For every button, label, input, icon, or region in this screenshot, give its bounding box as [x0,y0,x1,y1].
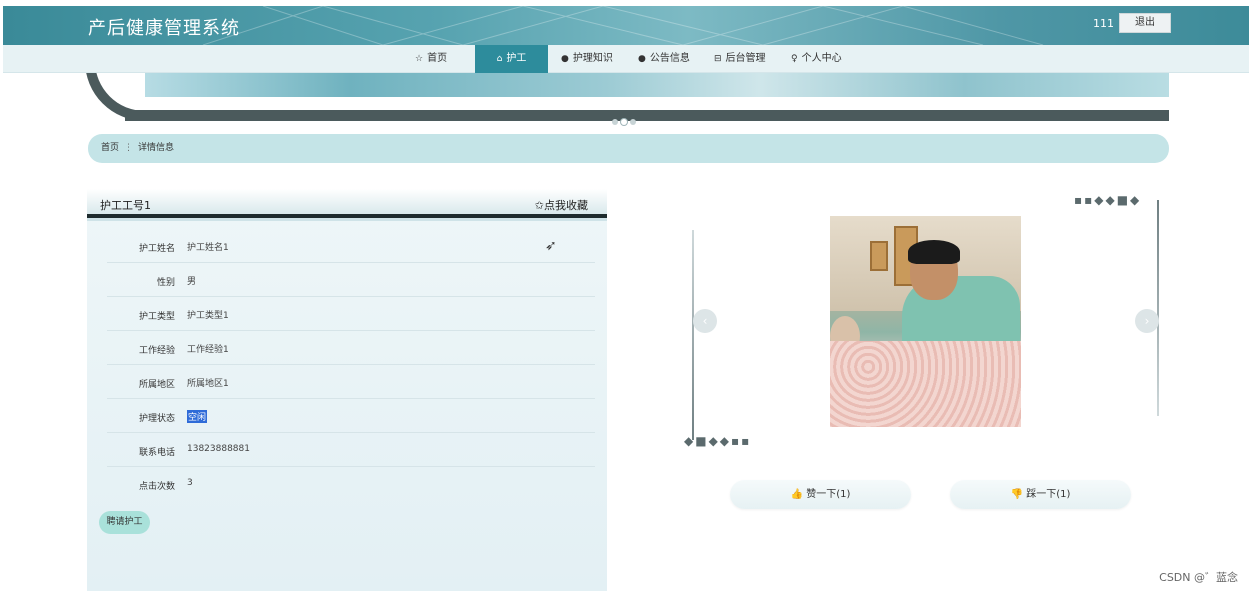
field-label: 护理状态 [138,414,175,424]
decor-line-left [692,230,694,440]
username-label: 111 [1093,17,1114,30]
field-label: 联系电话 [138,448,175,458]
field-row: 工作经验 工作经验1 [107,331,595,365]
notice-icon: ● [638,54,646,64]
detail-fields: 护工姓名 护工姓名1 性别男 护工类型 护工类型1 工作经验 工作经验1 所属地区 所属… [87,229,607,501]
nav-item-label: 首页 [427,53,448,64]
banner-bar [125,110,1169,121]
breadcrumb-home[interactable]: 首页 [101,143,119,153]
nav-item-knowledge[interactable]: ● 护理知识 [561,45,613,73]
photo-quilt [830,341,1021,427]
user-icon: ♀ [791,54,798,64]
like-label: 赞一下(1) [806,489,851,500]
gallery-prev-button[interactable]: ‹ [693,309,717,333]
field-row: 护工类型 护工类型1 [107,297,595,331]
mouse-cursor-icon: ➶ [545,238,557,254]
field-row: 护工姓名 护工姓名1 [107,229,595,263]
nav-item-label: 护理知识 [572,53,613,64]
nav-item-label: 后台管理 [725,53,766,64]
dislike-label: 踩一下(1) [1026,489,1071,500]
nurse-photo [830,216,1021,427]
field-value: 工作经验1 [187,345,229,355]
nav-item-label: 个人中心 [801,53,842,64]
thumbs-down-icon: 👎 [1010,489,1024,500]
field-row: 性别 男 [107,263,595,297]
field-label: 护工姓名 [138,244,175,254]
nav-item-profile[interactable]: ♀ 个人中心 [791,45,842,73]
top-header: 产后健康管理系统 111 退出 [3,6,1249,45]
favorite-button[interactable]: ✩点我收藏 [535,197,588,213]
nav-item-notice[interactable]: ● 公告信息 [638,45,690,73]
breadcrumb-current: 详情信息 [138,143,175,153]
field-value: 3 [187,478,193,488]
nav-item-home[interactable]: ☆ 首页 [415,45,447,73]
detail-card-header: 护工工号1 ✩点我收藏 [87,189,607,218]
breadcrumb: 首页 ⋮ 详情信息 [88,134,1169,163]
site-title: 产后健康管理系统 [88,18,240,39]
field-value-selected: 空闲 [187,410,208,423]
detail-title: 护工工号1 [100,199,151,212]
decor-line-right [1157,200,1159,416]
banner-dot-active[interactable] [621,119,627,125]
image-gallery: ▪▪◆◆■◆ ◆■◆◆▪▪ ‹ › [684,190,1170,450]
field-row: 所属地区 所属地区1 [107,365,595,399]
banner-pagination [612,110,639,129]
gallery-next-button[interactable]: › [1135,309,1159,333]
nurse-icon: ⌂ [496,54,503,64]
breadcrumb-separator: ⋮ [124,143,134,153]
photo-frame [870,241,888,271]
thumbs-up-icon: 👍 [790,489,804,500]
nav-item-admin[interactable]: ⊟ 后台管理 [714,45,766,73]
field-row: 联系电话 13823888881 [107,433,595,467]
dislike-button[interactable]: 👎 踩一下(1) [950,480,1131,509]
decor-diamonds-bottom-icon: ◆■◆◆▪▪ [684,434,752,448]
field-label: 护工类型 [138,312,175,322]
field-value: 13823888881 [187,444,250,454]
logout-button[interactable]: 退出 [1119,13,1171,33]
field-row: 护理状态 空闲 [107,399,595,433]
admin-icon: ⊟ [714,54,722,64]
photo-hair [908,240,960,264]
nav-item-label: 公告信息 [649,53,690,64]
field-value: 男 [187,277,197,287]
banner-dot[interactable] [630,119,636,125]
field-value: 护工姓名1 [187,243,229,253]
detail-card: 护工工号1 ✩点我收藏 护工姓名 护工姓名1 性别 男 护工类型 护工类型1 工作经验… [87,189,607,591]
header-divider [87,218,607,221]
field-row: 点击次数 3 [107,467,595,501]
field-label: 所属地区 [138,380,175,390]
main-nav: ☆ 首页 ⌂ 护工 ● 护理知识 ● 公告信息 ⊟ 后台管理 ♀ 个人中心 [3,45,1249,73]
nav-item-nurse[interactable]: ⌂ 护工 [475,45,548,73]
info-icon: ● [561,54,569,64]
banner-dot[interactable] [612,119,618,125]
nav-item-label: 护工 [506,53,527,64]
watermark: CSDN @゛蓝念 [1159,571,1238,584]
hire-nurse-button[interactable]: 聘请护工 [99,511,150,534]
home-icon: ☆ [415,54,424,64]
field-label: 性别 [156,278,175,288]
decor-diamonds-top-icon: ▪▪◆◆■◆ [1074,193,1142,207]
field-value: 所属地区1 [187,379,229,389]
like-button[interactable]: 👍 赞一下(1) [730,480,911,509]
field-label: 工作经验 [138,346,175,356]
field-label: 点击次数 [138,482,175,492]
banner-image [145,73,1169,97]
field-value: 护工类型1 [187,311,229,321]
